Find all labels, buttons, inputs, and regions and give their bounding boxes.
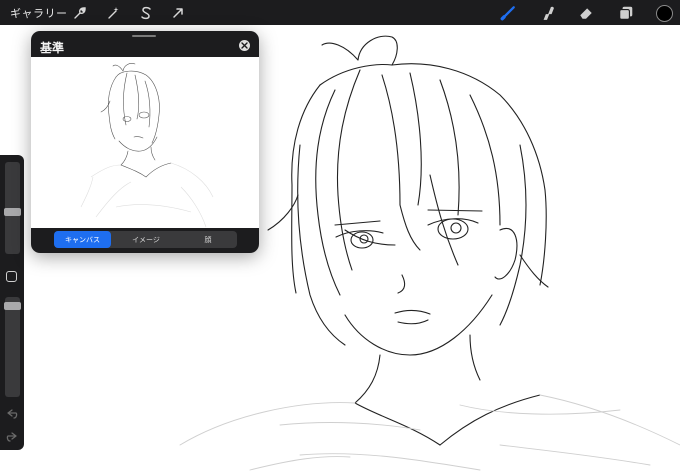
brush-size-slider[interactable] xyxy=(4,162,21,254)
smudge-icon[interactable] xyxy=(537,4,557,22)
reference-mode-segmented-control: キャンバス イメージ 顔 xyxy=(54,231,237,248)
top-toolbar: ギャラリー xyxy=(0,0,680,25)
layers-icon[interactable] xyxy=(616,4,636,22)
tab-canvas[interactable]: キャンバス xyxy=(54,231,111,248)
brush-size-knob[interactable] xyxy=(4,208,21,217)
opacity-slider[interactable] xyxy=(4,297,21,397)
sidebar xyxy=(0,155,24,450)
selection-s-icon[interactable] xyxy=(137,4,155,22)
redo-icon[interactable] xyxy=(5,428,19,442)
tab-face[interactable]: 顔 xyxy=(179,231,237,248)
magic-wand-icon[interactable] xyxy=(104,4,122,22)
reference-panel: 基準 キャンバス イメージ 顔 xyxy=(31,31,259,253)
undo-icon[interactable] xyxy=(5,405,19,419)
opacity-knob[interactable] xyxy=(4,301,21,310)
wrench-icon[interactable] xyxy=(70,4,88,22)
reference-panel-header[interactable]: 基準 xyxy=(31,31,259,57)
reference-panel-footer: キャンバス イメージ 顔 xyxy=(31,228,259,253)
color-swatch[interactable] xyxy=(654,3,674,23)
reference-canvas-thumbnail xyxy=(31,57,259,228)
reference-panel-title: 基準 xyxy=(40,41,65,55)
transform-arrow-icon[interactable] xyxy=(169,4,187,22)
gallery-button[interactable]: ギャラリー xyxy=(10,5,68,21)
tab-image[interactable]: イメージ xyxy=(116,231,176,248)
modify-square-icon[interactable] xyxy=(6,271,17,282)
brush-icon[interactable] xyxy=(498,4,518,22)
eraser-icon[interactable] xyxy=(576,4,596,22)
close-circle-icon[interactable] xyxy=(239,40,250,51)
drag-handle[interactable] xyxy=(132,35,156,37)
